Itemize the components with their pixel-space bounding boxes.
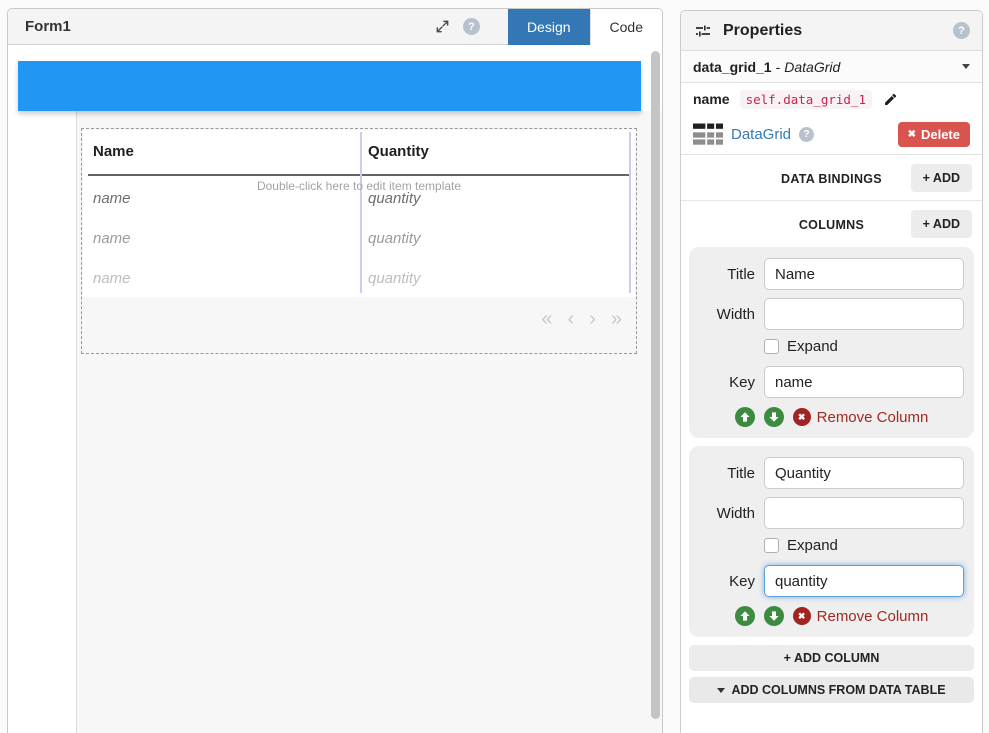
width-label: Width: [699, 505, 755, 522]
tab-design[interactable]: Design: [508, 9, 590, 45]
selector-separator: -: [776, 59, 781, 75]
form-designer-canvas: Form1 ? Design Code Name Quantity Double…: [7, 8, 663, 733]
properties-help-icon[interactable]: ?: [953, 22, 970, 39]
properties-title: Properties: [723, 22, 802, 40]
grid-pagination: « ‹ › »: [541, 309, 622, 329]
component-name-value[interactable]: self.data_grid_1: [740, 90, 872, 109]
remove-column-label: Remove Column: [817, 608, 929, 625]
move-column-up-button[interactable]: [735, 606, 755, 626]
design-code-tabs: Design Code: [508, 9, 662, 45]
item-template-hint: Double-click here to edit item template: [83, 179, 635, 193]
delete-x-icon: ✖: [908, 130, 916, 140]
remove-x-icon: ✖: [793, 408, 811, 426]
grid-column-header-quantity: Quantity: [368, 143, 429, 160]
pagination-prev-icon[interactable]: ‹: [568, 309, 575, 329]
key-input-focused[interactable]: [764, 565, 964, 597]
add-data-binding-button[interactable]: + ADD: [911, 164, 972, 192]
delete-label: Delete: [921, 127, 960, 142]
column-card-name: Title Width Expand Key: [689, 247, 974, 438]
datagrid-help-icon[interactable]: ?: [799, 127, 814, 142]
add-column-small-button[interactable]: + ADD: [911, 210, 972, 238]
canvas-header: Form1 ? Design Code: [8, 9, 662, 45]
properties-panel: Properties ? data_grid_1 - DataGrid name…: [680, 10, 983, 733]
move-column-down-button[interactable]: [764, 606, 784, 626]
grid-row-cell: quantity: [368, 270, 421, 287]
title-input[interactable]: [764, 258, 964, 290]
title-input[interactable]: [764, 457, 964, 489]
name-property-row: name self.data_grid_1: [681, 83, 982, 115]
grid-row-cell: name: [93, 230, 131, 247]
grid-column-header-name: Name: [93, 143, 134, 160]
name-property-label: name: [693, 91, 730, 107]
add-from-table-label: ADD COLUMNS FROM DATA TABLE: [731, 683, 945, 697]
grid-header-divider: [88, 174, 630, 176]
expand-checkbox[interactable]: [764, 339, 779, 354]
pagination-next-icon[interactable]: ›: [589, 309, 596, 329]
canvas-scrollbar[interactable]: [651, 51, 660, 719]
grid-row-cell: quantity: [368, 230, 421, 247]
tab-code[interactable]: Code: [590, 9, 662, 45]
edit-pencil-icon[interactable]: [882, 91, 898, 107]
title-label: Title: [699, 266, 755, 283]
datagrid-icon: [693, 123, 723, 147]
datagrid-doc-link[interactable]: DataGrid: [731, 126, 791, 143]
datagrid-surface: Name Quantity Double-click here to edit …: [83, 130, 635, 297]
add-column-button[interactable]: + ADD COLUMN: [689, 645, 974, 671]
remove-column-button[interactable]: ✖ Remove Column: [793, 607, 929, 625]
chevron-down-icon: [962, 64, 970, 69]
sliders-icon: [693, 21, 713, 41]
key-label: Key: [699, 573, 755, 590]
remove-column-label: Remove Column: [817, 409, 929, 426]
delete-component-button[interactable]: ✖ Delete: [898, 122, 970, 147]
selected-component-type: DataGrid: [784, 59, 840, 75]
width-input[interactable]: [764, 497, 964, 529]
grid-column-separator: [360, 132, 362, 293]
component-selector[interactable]: data_grid_1 - DataGrid: [681, 51, 982, 83]
grid-column-separator: [629, 132, 631, 293]
expand-checkbox[interactable]: [764, 538, 779, 553]
add-columns-from-data-table-button[interactable]: ADD COLUMNS FROM DATA TABLE: [689, 677, 974, 703]
column-cards: Title Width Expand Key: [681, 247, 982, 637]
blue-panel-component[interactable]: [18, 61, 641, 111]
canvas-body: Name Quantity Double-click here to edit …: [8, 45, 662, 733]
pagination-first-icon[interactable]: «: [541, 309, 552, 329]
expand-label: Expand: [787, 537, 838, 554]
width-label: Width: [699, 306, 755, 323]
grid-row-cell: name: [93, 190, 131, 207]
key-input[interactable]: [764, 366, 964, 398]
column-card-quantity: Title Width Expand Key: [689, 446, 974, 637]
pagination-last-icon[interactable]: »: [611, 309, 622, 329]
expand-label: Expand: [787, 338, 838, 355]
form-title: Form1: [25, 18, 71, 35]
move-column-down-button[interactable]: [764, 407, 784, 427]
grid-row-cell: quantity: [368, 190, 421, 207]
columns-section: COLUMNS + ADD: [681, 201, 982, 247]
datagrid-component[interactable]: Name Quantity Double-click here to edit …: [81, 128, 637, 354]
remove-x-icon: ✖: [793, 607, 811, 625]
selected-component-name: data_grid_1: [693, 59, 772, 75]
remove-column-button[interactable]: ✖ Remove Column: [793, 408, 929, 426]
component-type-row: DataGrid ? ✖ Delete: [681, 115, 982, 155]
grid-row-cell: name: [93, 270, 131, 287]
form-help-icon[interactable]: ?: [463, 18, 480, 35]
properties-header: Properties ?: [681, 11, 982, 51]
expand-icon[interactable]: [433, 17, 453, 37]
chevron-down-icon: [717, 688, 725, 693]
title-label: Title: [699, 465, 755, 482]
data-bindings-section: DATA BINDINGS + ADD: [681, 155, 982, 201]
move-column-up-button[interactable]: [735, 407, 755, 427]
width-input[interactable]: [764, 298, 964, 330]
key-label: Key: [699, 374, 755, 391]
